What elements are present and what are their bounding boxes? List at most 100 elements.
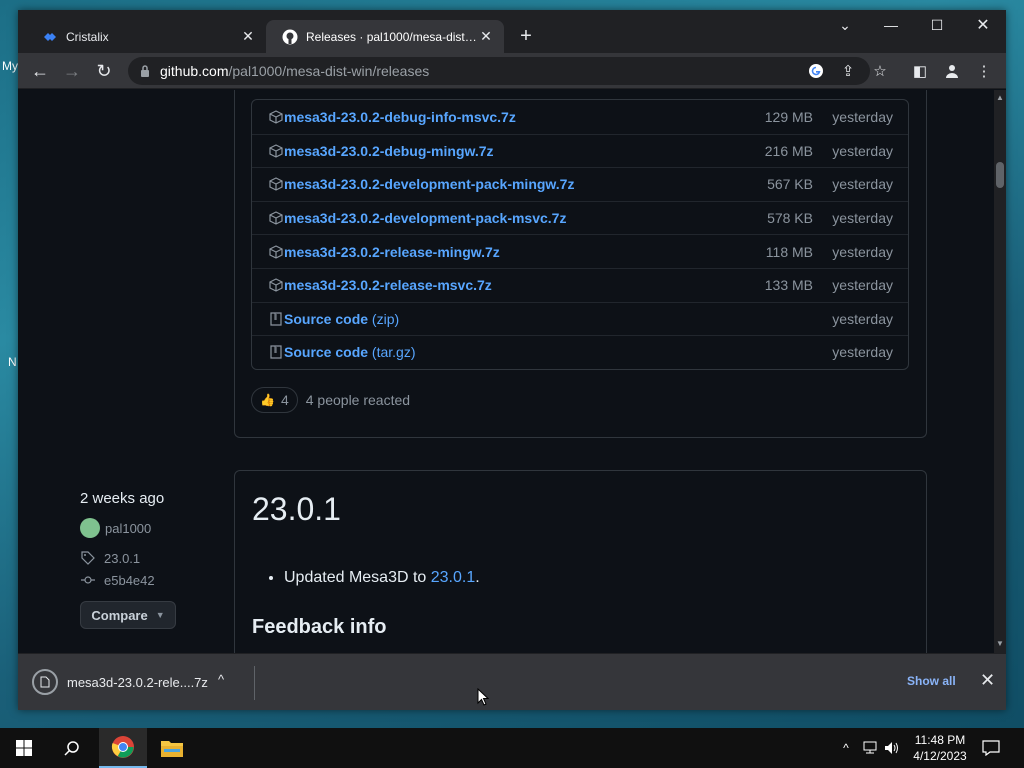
asset-row[interactable]: mesa3d-23.0.2-release-mingw.7z 118 MB ye…: [252, 234, 908, 268]
volume-icon[interactable]: [884, 728, 900, 768]
back-icon[interactable]: ←: [26, 57, 54, 85]
close-icon[interactable]: ✕: [980, 670, 995, 691]
asset-link[interactable]: mesa3d-23.0.2-release-msvc.7z: [284, 277, 733, 293]
asset-row[interactable]: mesa3d-23.0.2-debug-info-msvc.7z 129 MB …: [252, 100, 908, 134]
scroll-down-icon[interactable]: ▼: [996, 640, 1004, 648]
asset-size: 567 KB: [767, 176, 813, 193]
release-tag[interactable]: 23.0.1: [80, 547, 220, 569]
release-date: 2 weeks ago: [80, 490, 165, 507]
asset-row[interactable]: mesa3d-23.0.2-development-pack-msvc.7z 5…: [252, 200, 908, 235]
asset-size: 133 MB: [764, 277, 813, 294]
thumbs-up-reaction[interactable]: 👍 4: [251, 387, 298, 413]
tab-title: Releases · pal1000/mesa-dist-win: [306, 29, 478, 44]
release-commit[interactable]: e5b4e42: [80, 569, 220, 591]
asset-link[interactable]: Source code (zip): [284, 311, 733, 327]
folder-icon: [161, 741, 183, 757]
github-icon: [282, 29, 298, 45]
asset-link[interactable]: mesa3d-23.0.2-development-pack-msvc.7z: [284, 210, 733, 226]
asset-link[interactable]: mesa3d-23.0.2-release-mingw.7z: [284, 244, 733, 260]
tab-github-releases[interactable]: Releases · pal1000/mesa-dist-win ✕: [266, 20, 504, 53]
bookmark-star-icon[interactable]: ☆: [866, 57, 894, 85]
search-icon: [64, 741, 79, 756]
reload-icon[interactable]: ↻: [90, 57, 118, 85]
asset-format: (zip): [371, 310, 400, 327]
side-panel-icon[interactable]: ◧: [906, 57, 934, 85]
page-scrollbar[interactable]: ▲ ▼: [994, 90, 1006, 653]
desktop-icon-label: My: [2, 59, 18, 73]
chrome-taskbar-button[interactable]: [99, 728, 147, 768]
scroll-up-icon[interactable]: ▲: [996, 94, 1004, 102]
scroll-thumb[interactable]: [996, 162, 1004, 188]
asset-link[interactable]: mesa3d-23.0.2-development-pack-mingw.7z: [284, 176, 733, 192]
tab-strip: Cristalix ✕ Releases · pal1000/mesa-dist…: [18, 10, 1006, 53]
avatar: [80, 518, 100, 538]
windows-logo-icon: [16, 740, 32, 756]
asset-row[interactable]: mesa3d-23.0.2-debug-mingw.7z 216 MB yest…: [252, 133, 908, 168]
tab-cristalix[interactable]: Cristalix ✕: [26, 20, 266, 53]
share-icon[interactable]: ⇪: [834, 57, 862, 85]
new-tab-button[interactable]: +: [514, 24, 538, 48]
clock-date: 4/12/2023: [913, 749, 967, 763]
divider: [254, 666, 255, 700]
release-title[interactable]: 23.0.1: [252, 491, 341, 528]
asset-row[interactable]: Source code (zip) yesterday: [252, 301, 908, 336]
asset-link[interactable]: mesa3d-23.0.2-debug-info-msvc.7z: [284, 109, 733, 125]
asset-link[interactable]: Source code (tar.gz): [284, 344, 733, 360]
asset-link[interactable]: mesa3d-23.0.2-debug-mingw.7z: [284, 143, 733, 159]
compare-button[interactable]: Compare ▼: [80, 601, 176, 629]
chevron-up-icon[interactable]: ^: [838, 728, 854, 768]
release-card: 23.0.1 Updated Mesa3D to 23.0.1. Feedbac…: [234, 470, 927, 653]
mesa-version-link[interactable]: 23.0.1: [431, 569, 475, 586]
asset-size: 129 MB: [764, 108, 813, 125]
close-icon[interactable]: ✕: [478, 28, 494, 45]
commit-hash[interactable]: e5b4e42: [104, 573, 155, 588]
package-icon: [268, 244, 284, 260]
lock-icon: [138, 64, 152, 78]
clock-time: 11:48 PM: [914, 733, 966, 747]
forward-icon[interactable]: →: [58, 57, 86, 85]
window-close-button[interactable]: ✕: [960, 10, 1006, 40]
asset-date: yesterday: [832, 108, 893, 125]
network-icon[interactable]: [862, 728, 878, 768]
search-button[interactable]: [48, 728, 96, 768]
chrome-icon: [111, 736, 134, 758]
asset-size: 578 KB: [767, 210, 813, 227]
author-name[interactable]: pal1000: [105, 521, 151, 536]
note-text: Updated Mesa3D to: [284, 569, 431, 586]
file-explorer-button[interactable]: [148, 728, 196, 768]
note-punctuation: .: [475, 569, 480, 586]
show-all-button[interactable]: Show all: [907, 674, 956, 688]
profile-icon[interactable]: [938, 57, 966, 85]
asset-date: yesterday: [832, 344, 893, 361]
release-meta-sidebar: 2 weeks ago pal1000 23.0.1 e5b4e42 Compa…: [80, 490, 220, 629]
release-note-item: Updated Mesa3D to 23.0.1.: [284, 569, 480, 587]
file-icon: [32, 669, 58, 695]
start-button[interactable]: [0, 728, 48, 768]
tab-search-icon[interactable]: ⌄: [822, 10, 868, 40]
download-item[interactable]: mesa3d-23.0.2-rele....7z: [32, 666, 208, 698]
close-icon[interactable]: ✕: [240, 28, 256, 45]
package-icon: [268, 210, 284, 226]
asset-date: yesterday: [832, 310, 893, 327]
tag-label[interactable]: 23.0.1: [104, 551, 140, 566]
package-icon: [268, 176, 284, 192]
asset-row[interactable]: mesa3d-23.0.2-development-pack-mingw.7z …: [252, 167, 908, 201]
system-clock[interactable]: 11:48 PM 4/12/2023: [908, 732, 972, 764]
desktop-icon-label: N: [8, 355, 17, 369]
asset-row[interactable]: mesa3d-23.0.2-release-msvc.7z 133 MB yes…: [252, 267, 908, 302]
feedback-heading: Feedback info: [252, 616, 387, 638]
google-icon[interactable]: [802, 57, 830, 85]
menu-kebab-icon[interactable]: ⋮: [970, 57, 998, 85]
tag-icon: [80, 550, 96, 566]
notifications-icon[interactable]: [982, 728, 1000, 768]
chevron-up-icon[interactable]: ^: [218, 672, 224, 687]
asset-row[interactable]: Source code (tar.gz) yesterday: [252, 335, 908, 369]
maximize-button[interactable]: ☐: [914, 10, 960, 40]
minimize-button[interactable]: —: [868, 10, 914, 40]
address-bar[interactable]: github.com/pal1000/mesa-dist-win/release…: [128, 57, 870, 85]
asset-size: 216 MB: [764, 142, 813, 159]
assets-list: mesa3d-23.0.2-debug-info-msvc.7z 129 MB …: [251, 99, 909, 370]
asset-link-text: Source code: [284, 310, 369, 327]
asset-date: yesterday: [832, 243, 893, 260]
release-author[interactable]: pal1000: [80, 517, 220, 539]
